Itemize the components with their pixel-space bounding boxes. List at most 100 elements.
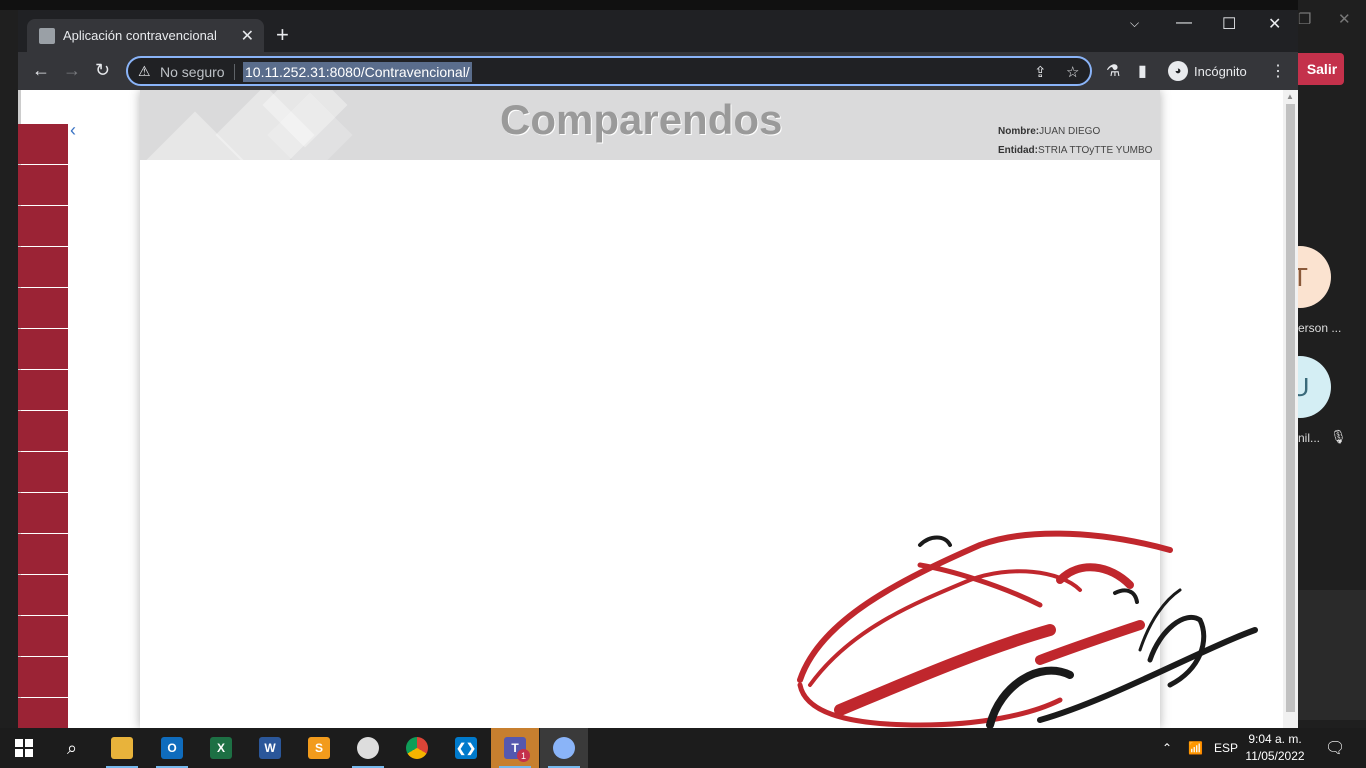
excel-icon: X	[210, 737, 232, 759]
clock-date: 11/05/2022	[1245, 749, 1305, 763]
sidebar-menu	[18, 124, 68, 728]
sidebar-menu-item[interactable]	[18, 124, 68, 164]
sidebar-menu-item[interactable]	[18, 575, 68, 615]
restore-icon[interactable]: ❐	[1298, 10, 1311, 28]
browser-toolbar: ← → ↻ ⚠ No seguro 10.11.252.31:8080/Cont…	[18, 52, 1298, 90]
taskbar: ⌕ O X W S ❮❯ T 1 ⌃ 📶 ESP 9:04 a. m. 11/0…	[0, 728, 1366, 768]
system-clock[interactable]: 9:04 a. m. 11/05/2022	[1240, 731, 1310, 765]
forward-icon[interactable]: →	[63, 60, 81, 81]
sidebar-menu-item[interactable]	[18, 534, 68, 574]
scroll-thumb[interactable]	[1286, 104, 1295, 712]
taskbar-chrome[interactable]	[393, 728, 441, 768]
collapse-sidebar-icon[interactable]: ‹	[70, 120, 76, 141]
sidebar-menu-item[interactable]	[18, 370, 68, 410]
maximize-icon[interactable]: ☐	[1222, 14, 1236, 34]
desktop-top-strip	[0, 0, 1366, 10]
sidebar-menu-item[interactable]	[18, 493, 68, 533]
sidebar-menu-item[interactable]	[18, 411, 68, 451]
taskbar-chrome-incognito[interactable]	[540, 728, 588, 768]
entity-label: Entidad:	[998, 145, 1038, 156]
tab-title: Aplicación contravencional	[63, 28, 217, 43]
new-tab-button[interactable]: +	[276, 22, 289, 48]
warning-icon: ⚠	[138, 63, 151, 79]
close-tab-icon[interactable]: ✕	[241, 26, 254, 46]
car-vent	[1113, 588, 1139, 604]
bookmark-star-icon[interactable]: ☆	[1066, 63, 1079, 81]
page-title: Comparendos	[500, 96, 783, 143]
participant-name: erson ...	[1298, 321, 1342, 335]
search-button[interactable]: ⌕	[48, 728, 96, 768]
taskbar-excel[interactable]: X	[197, 728, 245, 768]
car-roof-line	[797, 530, 1173, 683]
scroll-up-icon[interactable]: ▲	[1286, 92, 1294, 101]
sidebar-menu-item[interactable]	[18, 288, 68, 328]
clock-time: 9:04 a. m.	[1248, 732, 1302, 746]
taskbar-vscode[interactable]: ❮❯	[442, 728, 490, 768]
participant-name: nil...	[1298, 431, 1321, 445]
incognito-indicator[interactable]: ◕ Incógnito	[1168, 61, 1247, 81]
incognito-icon: ◕	[1168, 61, 1188, 81]
main-page: Comparendos Nombre:JUAN DIEGO Entidad:ST…	[140, 90, 1258, 728]
web-page-viewport: ‹ Comparendos Nombre:JUAN DIEGO Entidad:…	[18, 90, 1283, 728]
back-icon[interactable]: ←	[32, 60, 50, 81]
app-icon	[357, 737, 379, 759]
sidebar-menu-item[interactable]	[18, 698, 68, 728]
page-header: Comparendos Nombre:JUAN DIEGO Entidad:ST…	[140, 90, 1160, 160]
side-panel-icon[interactable]: ▮	[1138, 61, 1147, 81]
notification-badge: 1	[517, 749, 530, 762]
sidebar-menu-item[interactable]	[18, 247, 68, 287]
url-text[interactable]: 10.11.252.31:8080/Contravencional/	[243, 62, 472, 82]
incognito-label: Incógnito	[1194, 63, 1247, 79]
car-hood-stripe	[834, 624, 1056, 716]
sidebar-menu-item[interactable]	[18, 616, 68, 656]
sidebar-menu-item[interactable]	[18, 329, 68, 369]
close-window-icon[interactable]: ✕	[1268, 14, 1281, 34]
divider	[234, 64, 235, 80]
browser-tab[interactable]: Aplicación contravencional ✕	[27, 19, 264, 52]
taskbar-word[interactable]: W	[246, 728, 294, 768]
entity-value: STRIA TTOyTTE YUMBO	[1038, 145, 1153, 156]
mic-muted-icon: 🎙︎	[1330, 429, 1347, 444]
windows-logo-icon	[15, 739, 33, 757]
car-mirror	[918, 535, 952, 547]
leave-button[interactable]: Salir	[1290, 53, 1344, 85]
taskbar-outlook[interactable]: O	[148, 728, 196, 768]
sidebar-menu-item[interactable]	[18, 206, 68, 246]
page-favicon-icon	[39, 27, 55, 44]
menu-kebab-icon[interactable]: ⋮	[1270, 61, 1286, 81]
sidebar-menu-item[interactable]	[18, 657, 68, 697]
taskbar-app[interactable]	[344, 728, 392, 768]
browser-window: Aplicación contravencional ✕ + ⌵ — ☐ ✕ ←…	[18, 10, 1298, 728]
sidebar-menu-item[interactable]	[18, 165, 68, 205]
user-label: Nombre:	[998, 126, 1040, 137]
start-button[interactable]	[0, 728, 48, 768]
share-icon[interactable]: ⇪	[1034, 63, 1047, 81]
taskbar-teams[interactable]: T 1	[491, 728, 539, 768]
folder-icon	[111, 737, 133, 759]
network-icon[interactable]: 📶	[1188, 728, 1203, 768]
vscode-icon: ❮❯	[455, 737, 477, 759]
language-indicator[interactable]: ESP	[1214, 728, 1238, 768]
show-hidden-icons[interactable]: ⌃	[1162, 728, 1172, 768]
tab-search-icon[interactable]: ⌵	[1130, 16, 1139, 31]
sidebar-menu-item[interactable]	[18, 452, 68, 492]
security-label: No seguro	[160, 64, 225, 80]
chrome-icon	[553, 737, 575, 759]
outlook-icon: O	[161, 737, 183, 759]
taskbar-sublime-text[interactable]: S	[295, 728, 343, 768]
notifications-icon[interactable]: 🗨	[1325, 728, 1345, 768]
address-bar[interactable]: ⚠ No seguro 10.11.252.31:8080/Contravenc…	[126, 56, 1092, 86]
entity-info: Entidad:STRIA TTOyTTE YUMBO	[998, 145, 1152, 156]
user-info: Nombre:JUAN DIEGO	[998, 126, 1100, 137]
chrome-icon	[406, 737, 428, 759]
user-value: JUAN DIEGO	[1039, 126, 1101, 137]
background-app-panel-lower	[1298, 590, 1366, 720]
minimize-icon[interactable]: —	[1176, 14, 1192, 32]
taskbar-file-explorer[interactable]	[98, 728, 146, 768]
close-icon[interactable]: ✕	[1338, 10, 1351, 28]
labs-flask-icon[interactable]: ⚗	[1106, 61, 1120, 81]
vertical-scrollbar[interactable]: ▲	[1283, 90, 1298, 728]
reload-icon[interactable]: ↻	[95, 60, 110, 81]
word-icon: W	[259, 737, 281, 759]
sports-car-illustration	[797, 530, 1258, 728]
